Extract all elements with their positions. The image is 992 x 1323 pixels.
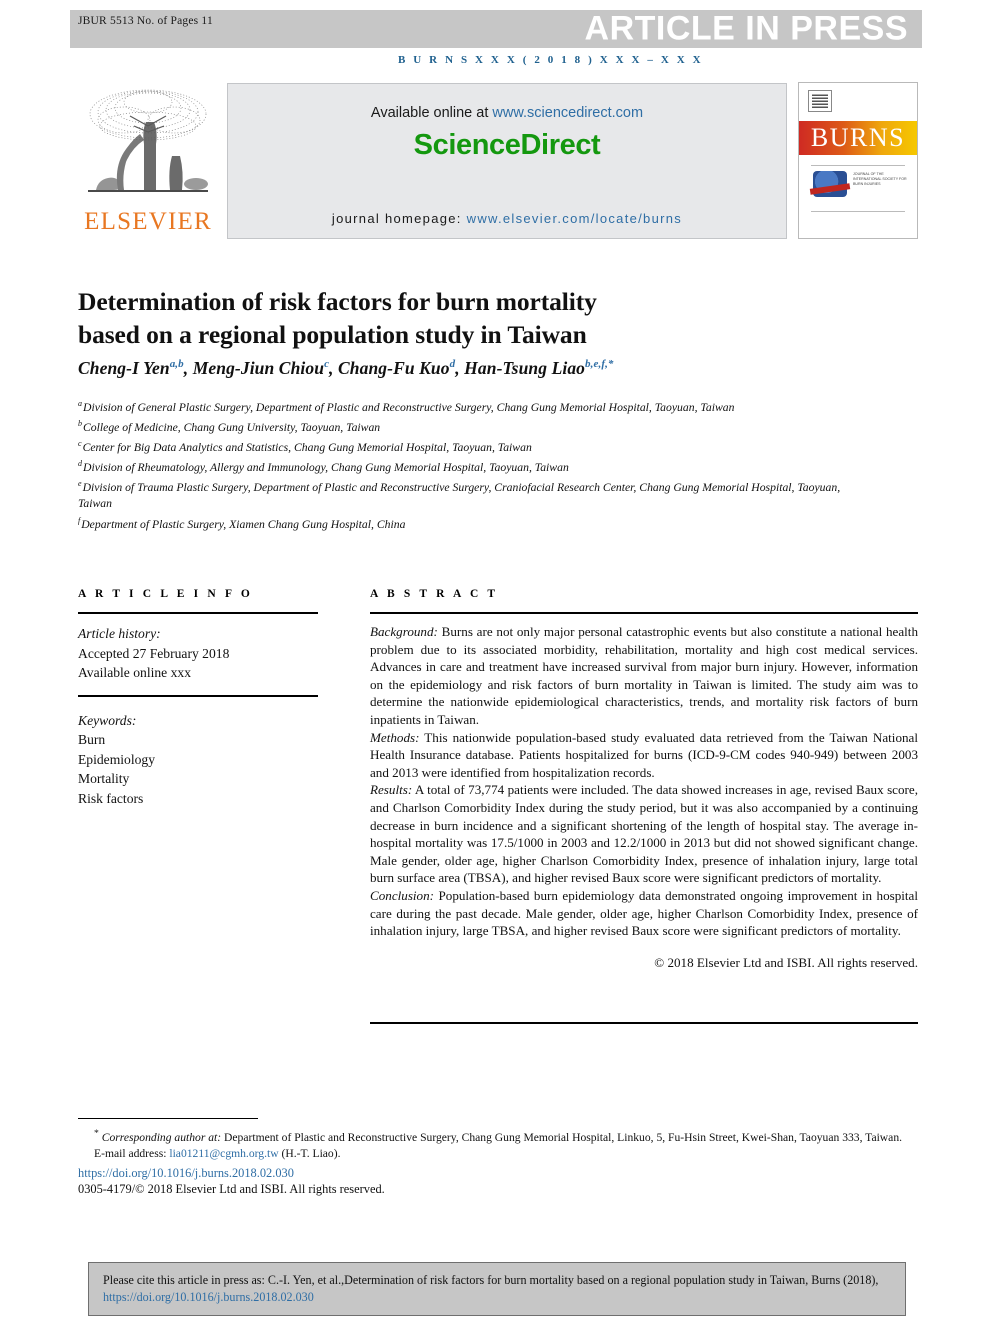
journal-homepage-line: journal homepage: www.elsevier.com/locat… xyxy=(228,211,786,226)
author-item: Han-Tsung Liaob,e,f,* xyxy=(464,358,613,378)
cover-society-text: JOURNAL OF THE INTERNATIONAL SOCIETY FOR… xyxy=(853,172,907,186)
abstract-section-label: Background: xyxy=(370,624,438,639)
affiliation-list: aDivision of General Plastic Surgery, De… xyxy=(78,396,868,533)
abstract-heading: A B S T R A C T xyxy=(370,588,499,600)
abstract-section-text: This nationwide population-based study e… xyxy=(370,729,918,780)
available-online-line: Available online at www.sciencedirect.co… xyxy=(228,105,786,121)
footnote-block: * Corresponding author at: Department of… xyxy=(78,1126,920,1197)
journal-cover-thumbnail: BURNS JOURNAL OF THE INTERNATIONAL SOCIE… xyxy=(798,82,918,239)
page-title: Determination of risk factors for burn m… xyxy=(78,285,818,351)
corresponding-author-note: * Corresponding author at: Department of… xyxy=(78,1126,920,1146)
author-separator: , xyxy=(329,358,338,378)
email-note: E-mail address: lia01211@cgmh.org.tw (H.… xyxy=(78,1146,920,1162)
sciencedirect-link[interactable]: www.sciencedirect.com xyxy=(492,105,643,121)
journal-reference-line: B U R N S X X X ( 2 0 1 8 ) X X X – X X … xyxy=(398,54,704,66)
abstract-section-label: Results: xyxy=(370,782,413,798)
article-history-block: Article history: Accepted 27 February 20… xyxy=(78,614,318,695)
author-item: Cheng-I Yena,b xyxy=(78,358,184,378)
corresponding-author-address: Department of Plastic and Reconstructive… xyxy=(221,1130,903,1144)
affiliation-text: Division of Rheumatology, Allergy and Im… xyxy=(83,461,569,475)
affiliation-text: College of Medicine, Chang Gung Universi… xyxy=(83,420,381,434)
article-history-label: Article history: xyxy=(78,626,161,641)
author-affiliation-marks: b,e,f,* xyxy=(585,358,614,371)
journal-banner: ELSEVIER Available online at www.science… xyxy=(70,80,922,242)
author-item: Meng-Jiun Chiouc xyxy=(193,358,329,378)
keyword-item: Epidemiology xyxy=(78,751,156,767)
corresponding-author-line: * Corresponding author at: Department of… xyxy=(78,1126,920,1146)
available-online-prefix: Available online at xyxy=(370,105,493,121)
title-line-2: based on a regional population study in … xyxy=(78,320,587,350)
affiliation-text: Department of Plastic Surgery, Xiamen Ch… xyxy=(81,517,406,531)
abstract-paragraph: Conclusion: Population-based burn epidem… xyxy=(370,887,918,940)
keyword-item: Risk factors xyxy=(78,790,144,806)
author-name: Chang-Fu Kuo xyxy=(338,358,450,378)
author-name: Meng-Jiun Chiou xyxy=(192,358,325,378)
article-available-online: Available online xxx xyxy=(78,665,191,680)
article-info-heading: A R T I C L E I N F O xyxy=(78,588,253,600)
abstract-section-label: Conclusion: xyxy=(370,887,435,903)
abstract-section-text: Population-based burn epidemiology data … xyxy=(370,887,918,939)
keywords-label: Keywords: xyxy=(78,712,137,728)
email-label: E-mail address: xyxy=(94,1147,167,1161)
affiliation-item: aDivision of General Plastic Surgery, De… xyxy=(78,396,868,416)
cover-divider-bottom xyxy=(811,211,905,212)
citation-notice-text: Please cite this article in press as: C.… xyxy=(103,1273,879,1287)
keyword-item: Burn xyxy=(78,732,106,747)
author-separator: , xyxy=(183,358,193,378)
manuscript-id-label: JBUR 5513 No. of Pages 11 xyxy=(78,15,213,27)
article-in-press-label: ARTICLE IN PRESS xyxy=(584,9,908,48)
abstract-column: A B S T R A C T Background: Burns are no… xyxy=(370,588,918,971)
affiliation-text: Center for Big Data Analytics and Statis… xyxy=(82,441,532,455)
article-info-column: A R T I C L E I N F O Article history: A… xyxy=(78,588,318,808)
email-link[interactable]: lia01211@cgmh.org.tw xyxy=(169,1147,278,1160)
abstract-section-text: Burns are not only major personal catast… xyxy=(370,624,918,727)
cover-journal-title: BURNS xyxy=(810,123,906,152)
author-separator: , xyxy=(455,358,465,378)
author-item: Chang-Fu Kuod xyxy=(338,358,455,378)
affiliation-item: fDepartment of Plastic Surgery, Xiamen C… xyxy=(78,513,868,533)
abstract-paragraph: Results: A total of 73,774 patients were… xyxy=(370,781,918,887)
citation-doi-link[interactable]: https://doi.org/10.1016/j.burns.2018.02.… xyxy=(103,1290,314,1304)
abstract-paragraph: Background: Burns are not only major per… xyxy=(370,623,918,729)
affiliation-item: dDivision of Rheumatology, Allergy and I… xyxy=(78,456,868,476)
affiliation-text: Division of General Plastic Surgery, Dep… xyxy=(83,400,735,414)
isbi-emblem-icon xyxy=(813,171,847,197)
elsevier-wordmark: ELSEVIER xyxy=(84,208,212,235)
corresponding-author-label: Corresponding author at: xyxy=(101,1130,222,1144)
author-list: Cheng-I Yena,b, Meng-Jiun Chiouc, Chang-… xyxy=(78,358,878,379)
author-affiliation-marks: a,b xyxy=(169,358,184,371)
sciencedirect-wordmark[interactable]: ScienceDirect xyxy=(228,129,786,162)
journal-homepage-prefix: journal homepage: xyxy=(331,211,467,226)
author-name: Han-Tsung Liao xyxy=(464,358,586,378)
affiliation-item: eDivision of Trauma Plastic Surgery, Dep… xyxy=(78,476,868,512)
abstract-paragraph: Methods: This nationwide population-base… xyxy=(370,729,918,782)
keywords-block: Keywords: Burn Epidemiology Mortality Ri… xyxy=(78,697,318,809)
elsevier-logo: ELSEVIER xyxy=(74,82,222,240)
author-name: Cheng-I Yen xyxy=(78,358,170,378)
footnote-separator-rule xyxy=(78,1118,258,1119)
abstract-copyright: © 2018 Elsevier Ltd and ISBI. All rights… xyxy=(654,954,918,970)
abstract-rule-bottom xyxy=(370,1022,918,1024)
affiliation-item: cCenter for Big Data Analytics and Stati… xyxy=(78,436,868,456)
corresponding-author-marker: * xyxy=(94,1128,99,1139)
journal-homepage-link[interactable]: www.elsevier.com/locate/burns xyxy=(467,211,682,226)
citation-notice-box: Please cite this article in press as: C.… xyxy=(88,1262,906,1316)
abstract-body: Background: Burns are not only major per… xyxy=(370,614,918,971)
keyword-item: Mortality xyxy=(78,771,130,786)
sciencedirect-box: Available online at www.sciencedirect.co… xyxy=(227,83,787,239)
doi-link[interactable]: https://doi.org/10.1016/j.burns.2018.02.… xyxy=(78,1165,920,1181)
abstract-section-label: Methods: xyxy=(370,729,420,745)
cover-divider-top xyxy=(811,165,905,166)
article-accepted-date: Accepted 27 February 2018 xyxy=(78,645,230,661)
issn-copyright-line: 0305-4179/© 2018 Elsevier Ltd and ISBI. … xyxy=(78,1182,385,1197)
affiliation-item: bCollege of Medicine, Chang Gung Univers… xyxy=(78,416,868,436)
title-line-1: Determination of risk factors for burn m… xyxy=(78,287,597,317)
abstract-section-text: A total of 73,774 patients were included… xyxy=(370,782,918,886)
email-suffix: (H.-T. Liao). xyxy=(278,1147,341,1161)
cover-title-band: BURNS xyxy=(799,121,917,155)
affiliation-text: Division of Trauma Plastic Surgery, Depa… xyxy=(78,481,841,511)
cover-mini-logo-icon xyxy=(808,90,832,112)
elsevier-tree-icon xyxy=(88,89,208,192)
